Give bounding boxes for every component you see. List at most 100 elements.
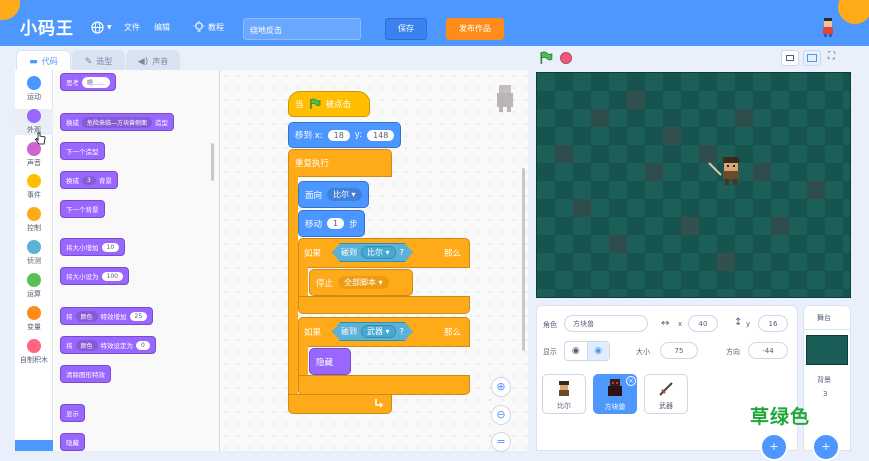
palette-scrollbar[interactable] bbox=[211, 143, 214, 181]
forever-label: 重复执行 bbox=[295, 159, 330, 169]
stop-option-dropdown[interactable]: 全部脚本 ▾ bbox=[338, 276, 389, 289]
stage-backdrop bbox=[537, 73, 850, 297]
show-sprite-button[interactable]: ◉ bbox=[565, 342, 588, 360]
file-menu[interactable]: 文件 bbox=[124, 22, 140, 33]
touching-condition-1[interactable]: 碰到 比尔 ▾? bbox=[332, 243, 413, 262]
palette-block-switch-costume[interactable]: 换成 危险来临—方块兽侧面 造型 bbox=[60, 113, 175, 131]
goto-x-input[interactable]: 18 bbox=[327, 129, 350, 141]
category-looks[interactable]: 外观 bbox=[15, 109, 53, 135]
palette-block-set-effect[interactable]: 将颜色 特效设定为 0 bbox=[60, 336, 156, 354]
edit-menu[interactable]: 编辑 bbox=[154, 22, 170, 33]
add-extension-button[interactable] bbox=[15, 440, 53, 451]
palette-block-change-size[interactable]: 将大小增加 10 bbox=[60, 238, 126, 256]
goto-label: 移到 x: bbox=[295, 131, 323, 141]
zoom-in-button[interactable]: ⊕ bbox=[491, 377, 511, 397]
point-target-dropdown[interactable]: 比尔 ▾ bbox=[327, 188, 362, 201]
x-input[interactable]: 40 bbox=[688, 315, 718, 332]
category-motion[interactable]: 运动 bbox=[15, 76, 53, 102]
touching-target-dropdown[interactable]: 比尔 ▾ bbox=[361, 246, 396, 259]
stop-sign-icon[interactable] bbox=[560, 52, 572, 64]
palette-block-switch-backdrop[interactable]: 换成 3 背景 bbox=[60, 171, 118, 189]
category-my-blocks[interactable]: 自制积木 bbox=[15, 339, 53, 365]
tab-costume[interactable]: ✎ 造型 bbox=[72, 50, 125, 72]
size-input[interactable]: 75 bbox=[660, 342, 698, 359]
category-sound[interactable]: 声音 bbox=[15, 142, 53, 168]
tab-sound[interactable]: ◀) 声音 bbox=[126, 50, 180, 72]
palette-block-set-size[interactable]: 将大小设为 100 bbox=[60, 267, 129, 285]
block-dropdown[interactable]: 颜色 bbox=[75, 310, 98, 322]
when-flag-clicked-hat-block[interactable]: 当 被点击 bbox=[288, 91, 370, 117]
hide-sprite-button[interactable]: ◉ bbox=[587, 342, 609, 360]
zoom-out-button[interactable]: ⊖ bbox=[491, 405, 511, 425]
goto-xy-block[interactable]: 移到 x: 18 y: 148 bbox=[288, 122, 402, 148]
block-dropdown[interactable]: 危险来临—方块兽侧面 bbox=[82, 116, 153, 128]
block-input[interactable]: 25 bbox=[129, 311, 148, 321]
palette-block-next-backdrop[interactable]: 下一个背景 bbox=[60, 200, 105, 218]
hide-block[interactable]: 隐藏 bbox=[309, 348, 351, 375]
category-label: 运动 bbox=[27, 93, 41, 101]
stop-block[interactable]: 停止 全部脚本 ▾ bbox=[309, 269, 413, 296]
delete-sprite-button[interactable]: × bbox=[626, 376, 636, 386]
zoom-reset-button[interactable]: = bbox=[491, 432, 511, 452]
app-logo[interactable]: 小码王 bbox=[20, 14, 74, 39]
block-input[interactable]: 0 bbox=[136, 340, 150, 350]
direction-input[interactable]: -44 bbox=[748, 342, 788, 359]
category-dot bbox=[27, 306, 41, 320]
category-sensing[interactable]: 侦测 bbox=[15, 240, 53, 266]
y-input[interactable]: 16 bbox=[758, 315, 788, 332]
move-steps-input[interactable]: 1 bbox=[327, 218, 345, 229]
palette-block-show[interactable]: 显示 bbox=[60, 404, 85, 422]
large-stage-button[interactable] bbox=[803, 50, 821, 66]
touching-target-dropdown[interactable]: 武器 ▾ bbox=[361, 325, 396, 338]
sprite-thumb-weapon[interactable]: 武器 bbox=[644, 374, 688, 414]
block-label: 特效增加 bbox=[100, 313, 127, 321]
block-input[interactable]: 100 bbox=[101, 271, 123, 281]
tab-code[interactable]: ▬ 代码 bbox=[16, 50, 71, 72]
fullscreen-button[interactable]: ⛶ bbox=[828, 51, 835, 62]
sprite-name-input[interactable]: 方块兽 bbox=[564, 315, 648, 332]
publish-button[interactable]: 发布作品 bbox=[446, 18, 504, 40]
eye-icon: ◉ bbox=[571, 346, 580, 356]
palette-block-clear-effects[interactable]: 清除图形特效 bbox=[60, 365, 111, 383]
save-button[interactable]: 保存 bbox=[385, 18, 427, 40]
goto-y-input[interactable]: 148 bbox=[367, 129, 395, 141]
palette-block-change-effect[interactable]: 将颜色 特效增加 25 bbox=[60, 307, 154, 325]
workspace-scrollbar[interactable] bbox=[522, 168, 525, 351]
block-dropdown[interactable]: 颜色 bbox=[75, 339, 98, 351]
palette-block-hide[interactable]: 隐藏 bbox=[60, 433, 85, 451]
small-stage-button[interactable] bbox=[781, 50, 799, 66]
block-dropdown[interactable]: 3 bbox=[82, 175, 96, 185]
if-1-then: 那么 bbox=[444, 249, 462, 259]
large-stage-icon bbox=[807, 54, 817, 62]
category-operators[interactable]: 运算 bbox=[15, 273, 53, 299]
language-menu[interactable]: ▼ bbox=[91, 21, 112, 34]
point-towards-block[interactable]: 面向 比尔 ▾ bbox=[298, 181, 369, 208]
stage-backdrop-thumbnail[interactable] bbox=[806, 335, 848, 365]
project-title-input[interactable]: 绕地反击 bbox=[243, 18, 361, 40]
tutorial-menu[interactable]: 教程 bbox=[193, 21, 224, 33]
stage-canvas[interactable] bbox=[536, 72, 851, 298]
category-variables[interactable]: 变量 bbox=[15, 306, 53, 332]
block-input[interactable]: 10 bbox=[101, 242, 120, 252]
palette-block-next-costume[interactable]: 下一个造型 bbox=[60, 142, 105, 160]
block-label: 将 bbox=[66, 342, 73, 350]
add-backdrop-button[interactable]: + bbox=[812, 433, 840, 461]
sprite-thumb-name: 比尔 bbox=[557, 402, 571, 410]
block-input[interactable]: 嗯…… bbox=[82, 76, 111, 88]
move-steps-block[interactable]: 移动 1 步 bbox=[298, 210, 365, 237]
palette-block-think[interactable]: 思考 嗯…… bbox=[60, 73, 117, 91]
stage-panel-title: 舞台 bbox=[817, 314, 831, 322]
sprite-thumb-name: 武器 bbox=[659, 402, 673, 410]
sprite-thumb-bill[interactable]: 比尔 bbox=[542, 374, 586, 414]
block-label: 思考 bbox=[66, 79, 79, 87]
category-events[interactable]: 事件 bbox=[15, 174, 53, 200]
block-label: 隐藏 bbox=[66, 439, 79, 447]
category-control[interactable]: 控制 bbox=[15, 207, 53, 233]
touching-condition-2[interactable]: 碰到 武器 ▾? bbox=[332, 322, 413, 341]
green-flag-icon[interactable] bbox=[539, 51, 553, 65]
bill-sprite[interactable] bbox=[707, 153, 747, 189]
user-avatar[interactable] bbox=[821, 17, 835, 37]
fullscreen-icon: ⛶ bbox=[828, 51, 835, 62]
category-label: 运算 bbox=[27, 290, 41, 298]
add-sprite-button[interactable]: + bbox=[760, 433, 788, 461]
